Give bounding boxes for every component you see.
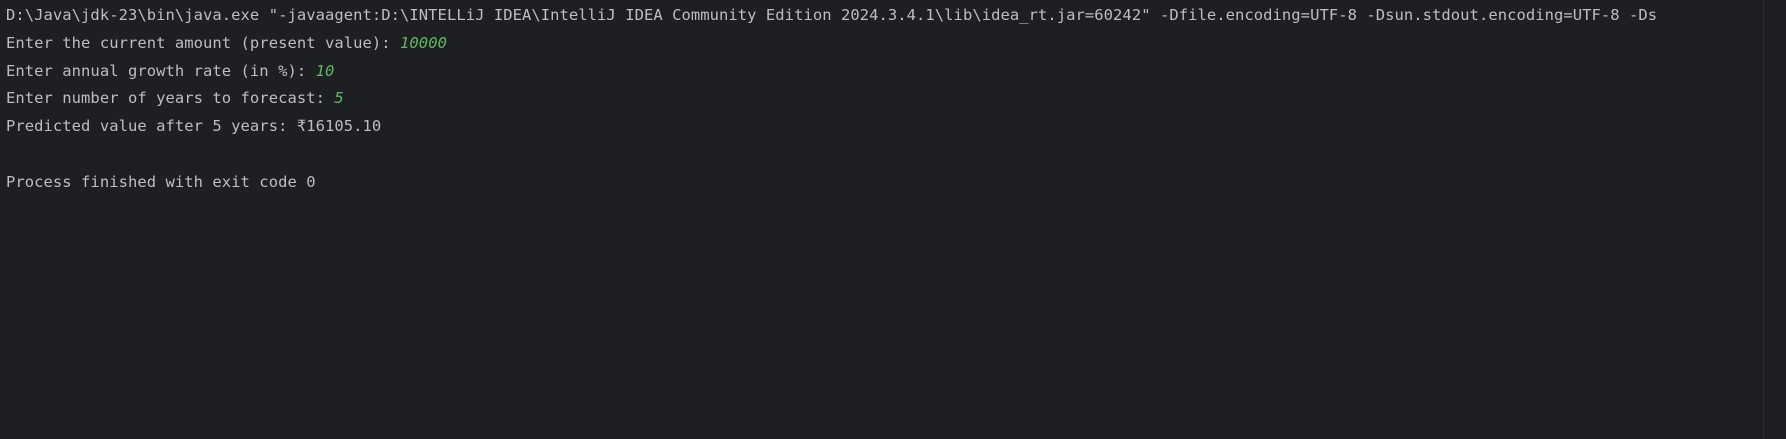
command-line: D:\Java\jdk-23\bin\java.exe "-javaagent:…	[6, 6, 1658, 24]
prompt-line-growth-rate: Enter annual growth rate (in %): 10	[6, 58, 1764, 86]
user-input-value: 10000	[400, 33, 447, 52]
result-line: Predicted value after 5 years: ₹16105.10	[6, 117, 382, 136]
exit-code-line: Process finished with exit code 0	[6, 172, 316, 191]
prompt-text: Enter annual growth rate (in %):	[6, 61, 316, 80]
prompt-line-present-value: Enter the current amount (present value)…	[6, 30, 1764, 58]
user-input-value: 5	[334, 89, 344, 108]
vertical-scrollbar[interactable]	[1763, 0, 1786, 439]
run-console-output[interactable]: D:\Java\jdk-23\bin\java.exe "-javaagent:…	[0, 0, 1764, 439]
prompt-line-years: Enter number of years to forecast: 5	[6, 85, 1764, 113]
user-input-value: 10	[315, 61, 335, 80]
prompt-text: Enter the current amount (present value)…	[6, 33, 401, 52]
console-lines: D:\Java\jdk-23\bin\java.exe "-javaagent:…	[6, 2, 1764, 197]
prompt-text: Enter number of years to forecast:	[6, 89, 335, 108]
